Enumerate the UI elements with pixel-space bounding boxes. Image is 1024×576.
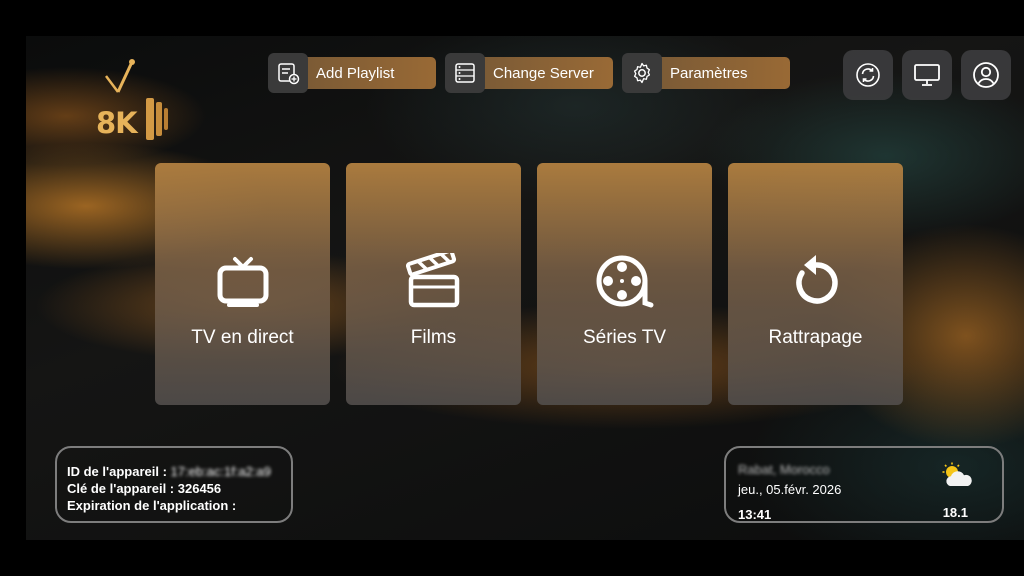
tile-catchup-label: Rattrapage: [768, 327, 863, 348]
weather-date: jeu., 05.févr. 2026: [738, 482, 842, 497]
app-expiry-label: Expiration de l'application :: [67, 498, 237, 513]
change-server-button[interactable]: Change Server: [445, 53, 613, 93]
logo-text: 8K: [96, 106, 138, 140]
gear-icon: [622, 53, 662, 93]
tile-films-label: Films: [410, 327, 457, 348]
tile-films[interactable]: Films: [346, 163, 521, 405]
clapperboard-icon: [346, 253, 521, 313]
monitor-icon: [914, 64, 940, 86]
screen-button[interactable]: [902, 50, 952, 100]
tile-live-tv[interactable]: TV en direct: [155, 163, 330, 405]
device-id-label: ID de l'appareil :: [67, 464, 171, 479]
user-icon: [973, 62, 999, 88]
tile-live-tv-label: TV en direct: [191, 327, 294, 348]
app-expiry-row: Expiration de l'application :: [67, 498, 236, 513]
app-logo: 8K: [88, 58, 188, 158]
add-playlist-button[interactable]: Add Playlist: [268, 53, 436, 93]
weather-panel: Rabat, Morocco jeu., 05.févr. 2026 13:41…: [724, 446, 1004, 523]
settings-label: Paramètres: [670, 64, 748, 82]
weather-time: 13:41: [738, 507, 772, 522]
add-playlist-label: Add Playlist: [316, 64, 395, 82]
tile-series-tv[interactable]: Séries TV: [537, 163, 712, 405]
server-list-icon: [445, 53, 485, 93]
partly-cloudy-icon: [940, 462, 974, 493]
device-id-value: 17:eb:ac:1f:a2:a9: [170, 464, 271, 479]
device-id-row: ID de l'appareil : 17:eb:ac:1f:a2:a9: [67, 464, 271, 479]
tile-series-tv-label: Séries TV: [582, 327, 667, 348]
device-key-label: Clé de l'appareil :: [67, 481, 178, 496]
settings-button[interactable]: Paramètres: [622, 53, 790, 93]
film-reel-icon: [537, 253, 712, 313]
device-key-value: 326456: [177, 481, 222, 496]
device-info-panel: ID de l'appareil : 17:eb:ac:1f:a2:a9 Clé…: [55, 446, 293, 523]
weather-temperature: 18.1: [942, 505, 968, 520]
device-key-row: Clé de l'appareil : 326456: [67, 481, 221, 496]
replay-icon: [728, 253, 903, 313]
playlist-add-icon: [268, 53, 308, 93]
profile-button[interactable]: [961, 50, 1011, 100]
refresh-icon: [856, 63, 880, 87]
tv-icon: [155, 253, 330, 313]
refresh-button[interactable]: [843, 50, 893, 100]
weather-location: Rabat, Morocco: [738, 462, 830, 477]
home-screen: 8K Add Playlist Change Server Paramètres…: [26, 36, 1024, 540]
tile-catchup[interactable]: Rattrapage: [728, 163, 903, 405]
change-server-label: Change Server: [493, 64, 594, 82]
